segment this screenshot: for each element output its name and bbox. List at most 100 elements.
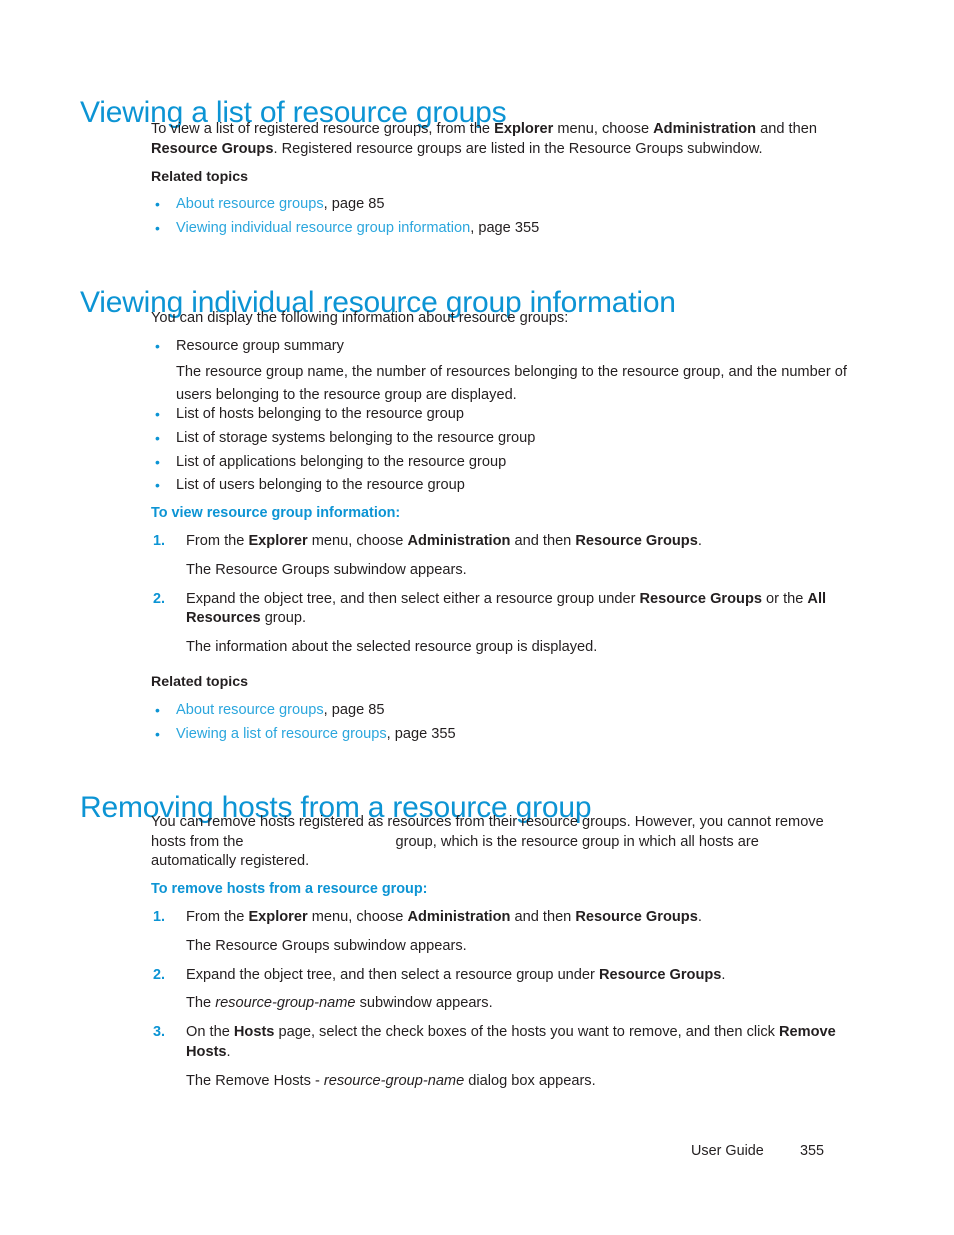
ui-term-resource-groups: Resource Groups [639,590,762,607]
step-text: . [226,1043,231,1060]
step-result: The resource-group-name subwindow appear… [186,994,841,1014]
bullet-icon: • [155,219,160,236]
step-text: menu, choose [307,533,408,549]
footer-guide-label: User Guide [691,1143,764,1159]
list-item-label: Resource group summary [176,338,344,354]
related-topics-label: Related topics [151,674,248,690]
ui-term-explorer: Explorer [494,121,554,137]
procedure-label-view-resource-group: To view resource group information: [151,505,401,521]
variable-resource-group-name: resource-group-name [323,1072,465,1089]
related-topics-list: • About resource groups, page 85 • Viewing… [151,699,851,746]
step-number: 3. [153,1024,166,1041]
cross-reference-link[interactable]: Viewing individual resource group inform… [176,220,470,236]
step-text: menu, choose [307,909,408,925]
document-page: Viewing a list of resource groups To vie… [0,0,954,1235]
step-text: . [697,533,702,549]
variable-resource-group-name: resource-group-name [215,995,356,1012]
list-item-label: List of hosts belonging to the resource … [176,406,465,422]
ui-term-resource-groups: Resource Groups [151,140,274,157]
intro-text-part: To view a list of registered resource gr… [151,121,495,137]
list-item: • Viewing individual resource group infor… [151,217,851,241]
procedure-step: 1. From the Explorer menu, choose Adminis… [151,532,841,581]
information-feature-list: • Resource group summary The resource gro… [151,335,851,408]
related-topics-list: • About resource groups, page 85 • Viewing… [151,193,851,240]
ui-term-resource-groups: Resource Groups [575,909,698,925]
step-text: Expand the object tree, and then select … [186,590,640,607]
step-result: The information about the selected resou… [186,639,598,656]
procedure-step: 1. From the Explorer menu, choose Adminis… [151,908,841,957]
procedure-step: 2. Expand the object tree, and then selec… [151,590,841,658]
step-number: 1. [153,909,166,925]
list-item-label: List of applications belonging to the re… [176,453,507,470]
list-item: • List of applications belonging to the r… [151,451,851,475]
step-text: . [721,966,726,983]
list-item-label: List of users belonging to the resource … [176,477,465,494]
cross-reference-link[interactable]: Viewing a list of resource groups [176,726,387,742]
cross-reference-link[interactable]: About resource groups [176,702,324,718]
bullet-icon: • [155,453,160,470]
bullet-icon: • [155,429,160,446]
list-item: • List of storage systems belonging to th… [151,427,851,451]
bullet-icon: • [155,725,160,742]
step-result: The Resource Groups subwindow appears. [186,561,467,578]
bullet-icon: • [155,477,160,494]
step-text: Expand the object tree, and then select … [186,966,599,983]
section-intro-removing-hosts: You can remove hosts registered as resou… [151,813,829,872]
procedure-step: 3. On the Hosts page, select the check bo… [151,1023,841,1091]
cross-reference-link[interactable]: About resource groups [176,196,324,212]
step-text: and then [510,909,576,925]
intro-text: You can display the following informatio… [151,310,569,326]
list-item: • About resource groups, page 85 [151,193,851,217]
cross-reference-page: , page 85 [323,702,385,718]
procedure-steps-remove-hosts: 1. From the Explorer menu, choose Adminis… [151,908,841,1092]
ui-term-explorer: Explorer [248,909,308,925]
step-result-part: dialog box appears. [464,1072,596,1089]
procedure-steps-view-resource-group: 1. From the Explorer menu, choose Adminis… [151,532,841,658]
cross-reference-page: , page 85 [323,196,385,212]
list-item-label: List of storage systems belonging to the… [176,429,536,446]
step-result: The Resource Groups subwindow appears. [186,937,467,954]
bullet-icon: • [155,406,160,422]
section-intro-viewing-list: To view a list of registered resource gr… [151,120,829,159]
step-result-part: The [186,995,216,1012]
list-item: • List of users belonging to the resource… [151,474,851,498]
bullet-icon: • [155,196,160,212]
step-number: 2. [153,590,166,607]
ui-term-administration: Administration [653,121,757,137]
step-number: 2. [153,966,166,983]
list-item: • List of hosts belonging to the resource… [151,403,851,427]
ui-term-explorer: Explorer [248,533,308,549]
list-item: • About resource groups, page 85 [151,699,851,723]
step-result-part: The Remove Hosts - [186,1072,324,1089]
step-text: . [697,909,702,925]
step-text: or the [761,590,808,607]
list-item-detail: The resource group name, the number of r… [176,363,847,404]
step-text: and then [510,533,576,549]
bullet-icon: • [155,702,160,718]
ui-term-resource-groups: Resource Groups [575,533,698,549]
section-intro-viewing-individual: You can display the following informatio… [151,309,829,329]
step-number: 1. [153,533,166,549]
step-text: From the [186,533,249,549]
step-text: From the [186,909,249,925]
related-topics-label: Related topics [151,169,248,185]
procedure-step: 2. Expand the object tree, and then selec… [151,966,841,1015]
intro-text-part: menu, choose [553,121,654,137]
intro-text-part: and then [756,121,817,137]
cross-reference-page: , page 355 [386,725,456,742]
step-text: On the [186,1024,234,1041]
ui-term-hosts: Hosts [233,1024,275,1041]
step-text: page, select the check boxes of the host… [274,1024,780,1041]
list-item: • Resource group summary The resource gro… [151,335,851,408]
cross-reference-page: , page 355 [470,219,540,236]
ui-term-administration: Administration [407,533,511,549]
page-footer: User Guide 355 [0,1143,954,1167]
intro-text-part: . Registered resource groups are listed … [273,140,763,157]
ui-term-administration: Administration [407,909,511,925]
ui-term-resource-groups: Resource Groups [598,966,722,983]
step-result: The Remove Hosts - resource-group-name d… [186,1072,841,1092]
list-item: • Viewing a list of resource groups, page… [151,723,851,747]
step-text: group. [260,610,307,627]
step-result-part: subwindow appears. [355,995,493,1012]
footer-page-number: 355 [800,1143,825,1159]
